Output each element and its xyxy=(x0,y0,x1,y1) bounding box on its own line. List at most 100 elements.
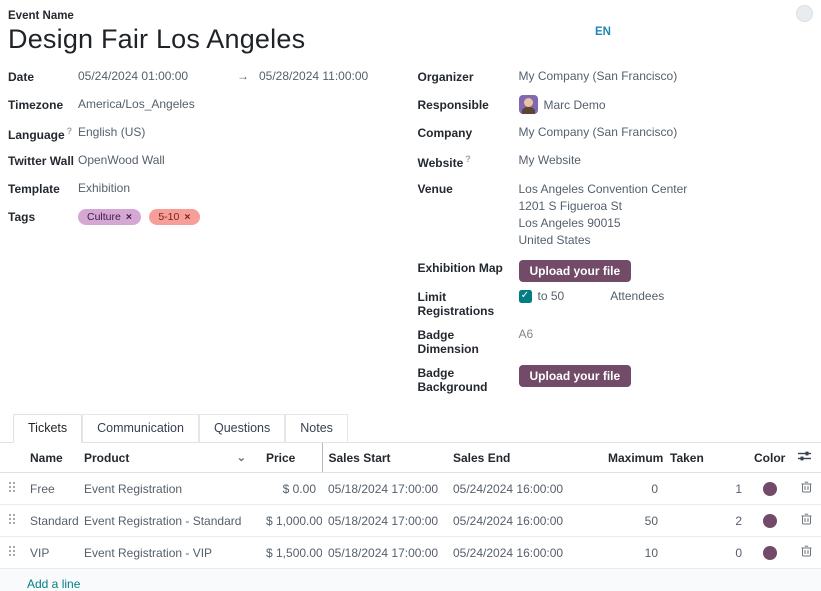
ticket-product-cell[interactable]: Event Registration - Standard xyxy=(78,505,260,537)
sliders-icon[interactable] xyxy=(798,450,811,465)
organizer-input[interactable]: My Company (San Francisco) xyxy=(519,69,678,83)
language-input[interactable]: English (US) xyxy=(78,125,145,139)
field-twitter-wall: Twitter Wall OpenWood Wall xyxy=(8,153,410,172)
field-badge-dimension: Badge Dimension A6 xyxy=(418,327,812,356)
field-date: Date 05/24/2024 01:00:00 → 05/28/2024 11… xyxy=(8,69,410,88)
date-start-input[interactable]: 05/24/2024 01:00:00 xyxy=(78,69,237,83)
venue-address-input[interactable]: Los Angeles Convention Center 1201 S Fig… xyxy=(519,181,688,249)
table-row[interactable]: Free Event Registration $ 0.00 05/18/202… xyxy=(0,473,821,505)
translate-language-button[interactable]: EN xyxy=(595,26,611,38)
event-title-input[interactable]: Design Fair Los Angeles xyxy=(8,24,811,55)
ticket-price-cell[interactable]: $ 1,000.00 xyxy=(260,505,322,537)
optional-columns-header[interactable] xyxy=(792,443,821,473)
responsible-input[interactable]: Marc Demo xyxy=(519,95,606,114)
tag-5-10[interactable]: 5-10× xyxy=(149,209,199,225)
tags-input[interactable]: Culture× 5-10× xyxy=(78,209,205,225)
ticket-sales-start-cell[interactable]: 05/18/2024 17:00:00 xyxy=(322,537,447,569)
field-responsible: Responsible Marc Demo xyxy=(418,97,812,116)
ticket-name-cell[interactable]: Free xyxy=(24,473,78,505)
limit-registrations-count-input[interactable]: to 50 xyxy=(538,289,565,303)
tag-culture[interactable]: Culture× xyxy=(78,209,141,225)
ticket-taken-cell[interactable]: 0 xyxy=(664,537,748,569)
tickets-table: Name Product ⌄ Price Sales Start Sales E… xyxy=(0,443,821,569)
price-column-header[interactable]: Price xyxy=(260,443,322,473)
ticket-sales-end-cell[interactable]: 05/24/2024 16:00:00 xyxy=(447,473,602,505)
sales-end-column-header[interactable]: Sales End xyxy=(447,443,602,473)
taken-column-header[interactable]: Taken xyxy=(664,443,748,473)
ticket-color-swatch[interactable] xyxy=(763,546,777,560)
twitter-wall-input[interactable]: OpenWood Wall xyxy=(78,153,165,167)
limit-registrations-checkbox[interactable]: ✓ xyxy=(519,290,532,303)
field-company: Company My Company (San Francisco) xyxy=(418,125,812,144)
field-website: Website? My Website xyxy=(418,153,812,172)
topbar-circle-icon[interactable] xyxy=(796,5,813,22)
ticket-product-cell[interactable]: Event Registration xyxy=(78,473,260,505)
tag-remove-icon[interactable]: × xyxy=(184,211,190,223)
company-input[interactable]: My Company (San Francisco) xyxy=(519,125,678,139)
responsible-label: Responsible xyxy=(418,97,519,112)
template-label: Template xyxy=(8,181,78,196)
date-end-input[interactable]: 05/28/2024 11:00:00 xyxy=(259,69,368,83)
ticket-color-swatch[interactable] xyxy=(763,482,777,496)
tab-tickets[interactable]: Tickets xyxy=(13,414,82,443)
ticket-maximum-cell[interactable]: 0 xyxy=(602,473,664,505)
ticket-product-cell[interactable]: Event Registration - VIP xyxy=(78,537,260,569)
ticket-name-cell[interactable]: VIP xyxy=(24,537,78,569)
right-field-column: Organizer My Company (San Francisco) Res… xyxy=(410,69,812,401)
ticket-name-cell[interactable]: Standard xyxy=(24,505,78,537)
field-language: Language? English (US) xyxy=(8,125,410,144)
tab-questions[interactable]: Questions xyxy=(199,414,285,443)
maximum-column-header[interactable]: Maximum xyxy=(602,443,664,473)
exhibition-map-upload-button[interactable]: Upload your file xyxy=(519,260,632,282)
add-a-line-link[interactable]: Add a line xyxy=(27,577,80,591)
table-row[interactable]: Standard Event Registration - Standard $… xyxy=(0,505,821,537)
ticket-maximum-cell[interactable]: 10 xyxy=(602,537,664,569)
company-label: Company xyxy=(418,125,519,140)
product-column-header[interactable]: Product ⌄ xyxy=(78,443,260,473)
ticket-taken-cell[interactable]: 1 xyxy=(664,473,748,505)
ticket-color-swatch[interactable] xyxy=(763,514,777,528)
trash-icon[interactable] xyxy=(801,545,812,560)
user-avatar xyxy=(519,95,538,114)
trash-icon[interactable] xyxy=(801,481,812,496)
website-input[interactable]: My Website xyxy=(519,153,581,167)
attendees-suffix-label: Attendees xyxy=(610,289,664,303)
arrow-right-icon: → xyxy=(237,69,259,83)
field-tags: Tags Culture× 5-10× xyxy=(8,209,410,228)
badge-background-label: Badge Background xyxy=(418,365,519,394)
ticket-sales-end-cell[interactable]: 05/24/2024 16:00:00 xyxy=(447,537,602,569)
badge-background-upload-button[interactable]: Upload your file xyxy=(519,365,632,387)
help-icon[interactable]: ? xyxy=(465,154,471,164)
ticket-taken-cell[interactable]: 2 xyxy=(664,505,748,537)
ticket-price-cell[interactable]: $ 0.00 xyxy=(260,473,322,505)
timezone-input[interactable]: America/Los_Angeles xyxy=(78,97,195,111)
ticket-price-cell[interactable]: $ 1,500.00 xyxy=(260,537,322,569)
table-row[interactable]: VIP Event Registration - VIP $ 1,500.00 … xyxy=(0,537,821,569)
drag-handle-icon[interactable] xyxy=(8,481,16,496)
help-icon[interactable]: ? xyxy=(67,126,73,136)
ticket-sales-end-cell[interactable]: 05/24/2024 16:00:00 xyxy=(447,505,602,537)
event-form-sheet: Event Name Design Fair Los Angeles EN Da… xyxy=(0,0,821,401)
field-limit-registrations: Limit Registrations ✓ to 50 Attendees xyxy=(418,289,812,318)
ticket-sales-start-cell[interactable]: 05/18/2024 17:00:00 xyxy=(322,505,447,537)
chevron-down-icon[interactable]: ⌄ xyxy=(237,451,246,464)
name-column-header[interactable]: Name xyxy=(24,443,78,473)
color-column-header[interactable]: Color xyxy=(748,443,792,473)
tags-label: Tags xyxy=(8,209,78,224)
template-input[interactable]: Exhibition xyxy=(78,181,130,195)
field-template: Template Exhibition xyxy=(8,181,410,200)
tag-remove-icon[interactable]: × xyxy=(126,211,132,223)
drag-handle-icon[interactable] xyxy=(8,545,16,560)
badge-dimension-select[interactable]: A6 xyxy=(519,327,534,341)
drag-handle-icon[interactable] xyxy=(8,513,16,528)
tab-notes[interactable]: Notes xyxy=(285,414,348,443)
ticket-maximum-cell[interactable]: 50 xyxy=(602,505,664,537)
ticket-sales-start-cell[interactable]: 05/18/2024 17:00:00 xyxy=(322,473,447,505)
timezone-label: Timezone xyxy=(8,97,78,112)
field-badge-background: Badge Background Upload your file xyxy=(418,365,812,394)
sales-start-column-header[interactable]: Sales Start xyxy=(322,443,447,473)
field-timezone: Timezone America/Los_Angeles xyxy=(8,97,410,116)
trash-icon[interactable] xyxy=(801,513,812,528)
table-header-row: Name Product ⌄ Price Sales Start Sales E… xyxy=(0,443,821,473)
tab-communication[interactable]: Communication xyxy=(82,414,199,443)
